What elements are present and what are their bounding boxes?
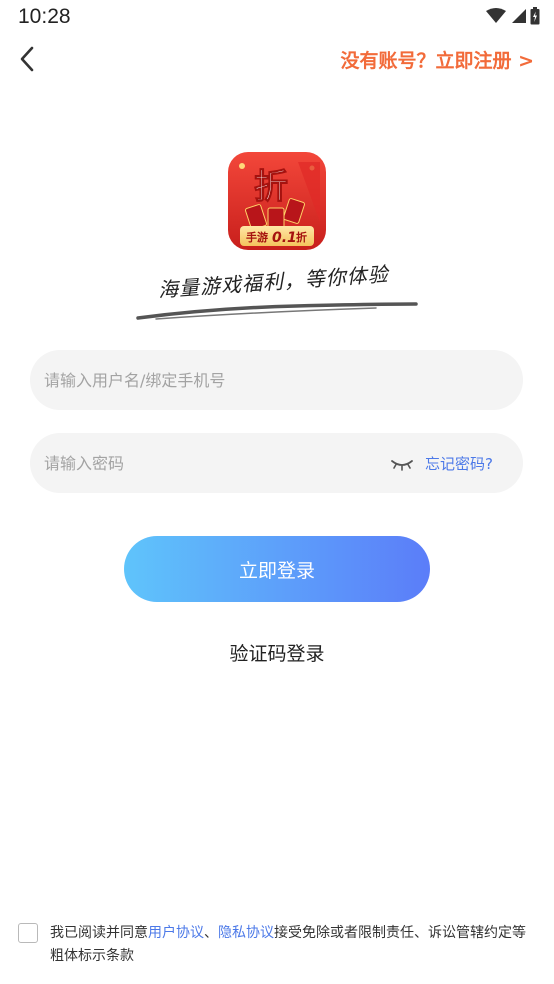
logo-tag-suffix: 折 [296, 230, 307, 244]
forgot-password-link[interactable]: 忘记密码? [425, 453, 493, 474]
wifi-icon [486, 8, 506, 23]
app-logo: 折 手游 0.1 折 [228, 152, 326, 250]
slogan-text: 海量游戏福利，等你体验 [157, 261, 390, 302]
logo-main-char: 折 [254, 167, 288, 207]
status-icons [486, 7, 540, 25]
battery-icon [530, 7, 540, 25]
password-field-container: 忘记密码? [30, 433, 523, 493]
logo-tag-number: 0.1 [272, 230, 297, 246]
chevron-left-icon [20, 46, 34, 72]
agreement-prefix: 我已阅读并同意 [50, 925, 148, 941]
eye-closed-icon [391, 460, 413, 471]
user-agreement-link[interactable]: 用户协议 [148, 925, 204, 941]
app-logo-graphic: 折 手游 0.1 折 [228, 152, 326, 250]
username-input[interactable] [44, 350, 384, 410]
status-bar: 10:28 [0, 0, 554, 34]
register-link[interactable]: 没有账号？立即注册 > [340, 46, 534, 73]
brush-stroke [136, 302, 418, 320]
cellular-signal-icon [512, 9, 526, 23]
logo-tag-prefix: 手游 [246, 230, 268, 244]
slogan: 海量游戏福利，等你体验 [136, 262, 418, 326]
password-visibility-toggle[interactable] [390, 453, 414, 473]
back-button[interactable] [12, 44, 42, 74]
agreement-text: 我已阅读并同意用户协议、隐私协议接受免除或者限制责任、诉讼管辖约定等粗体标示条款 [50, 922, 532, 968]
privacy-policy-link[interactable]: 隐私协议 [218, 925, 274, 941]
agreement-checkbox[interactable] [18, 923, 38, 943]
agreement-separator: 、 [204, 925, 218, 941]
code-login-link[interactable]: 验证码登录 [0, 639, 554, 666]
username-field-container [30, 350, 523, 410]
login-button[interactable]: 立即登录 [124, 536, 430, 602]
password-input[interactable] [44, 433, 384, 493]
status-time: 10:28 [18, 5, 71, 28]
